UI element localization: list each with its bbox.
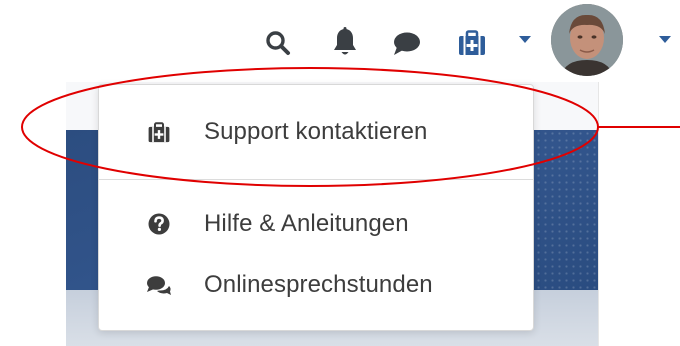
menu-item-label: Onlinesprechstunden [204,271,433,298]
medical-kit-icon [144,121,174,143]
comments-icon [144,275,174,296]
top-navbar [0,0,680,82]
menu-item-label: Support kontaktieren [204,118,428,145]
question-circle-icon [144,213,174,235]
menu-divider [99,179,533,180]
content-divider [598,82,599,346]
notifications-button[interactable] [331,26,359,58]
user-photo [551,4,623,76]
search-icon [266,31,290,55]
help-dropdown-menu: Support kontaktieren Hilfe & Anleitungen [98,84,534,331]
screen: Support kontaktieren Hilfe & Anleitungen [0,0,680,346]
caret-down-icon[interactable] [659,36,671,44]
menu-item-help[interactable]: Hilfe & Anleitungen [99,200,533,248]
search-button[interactable] [263,28,293,58]
menu-item-label: Hilfe & Anleitungen [204,210,409,237]
bell-icon [334,27,356,55]
chat-bubble-icon [394,32,420,55]
messages-button[interactable] [390,30,422,58]
menu-item-support[interactable]: Support kontaktieren [99,108,533,156]
avatar[interactable] [551,4,623,76]
support-button[interactable] [456,28,488,58]
menu-item-consultation[interactable]: Onlinesprechstunden [99,261,533,309]
caret-down-icon[interactable] [519,36,531,44]
medical-kit-icon [459,30,485,55]
